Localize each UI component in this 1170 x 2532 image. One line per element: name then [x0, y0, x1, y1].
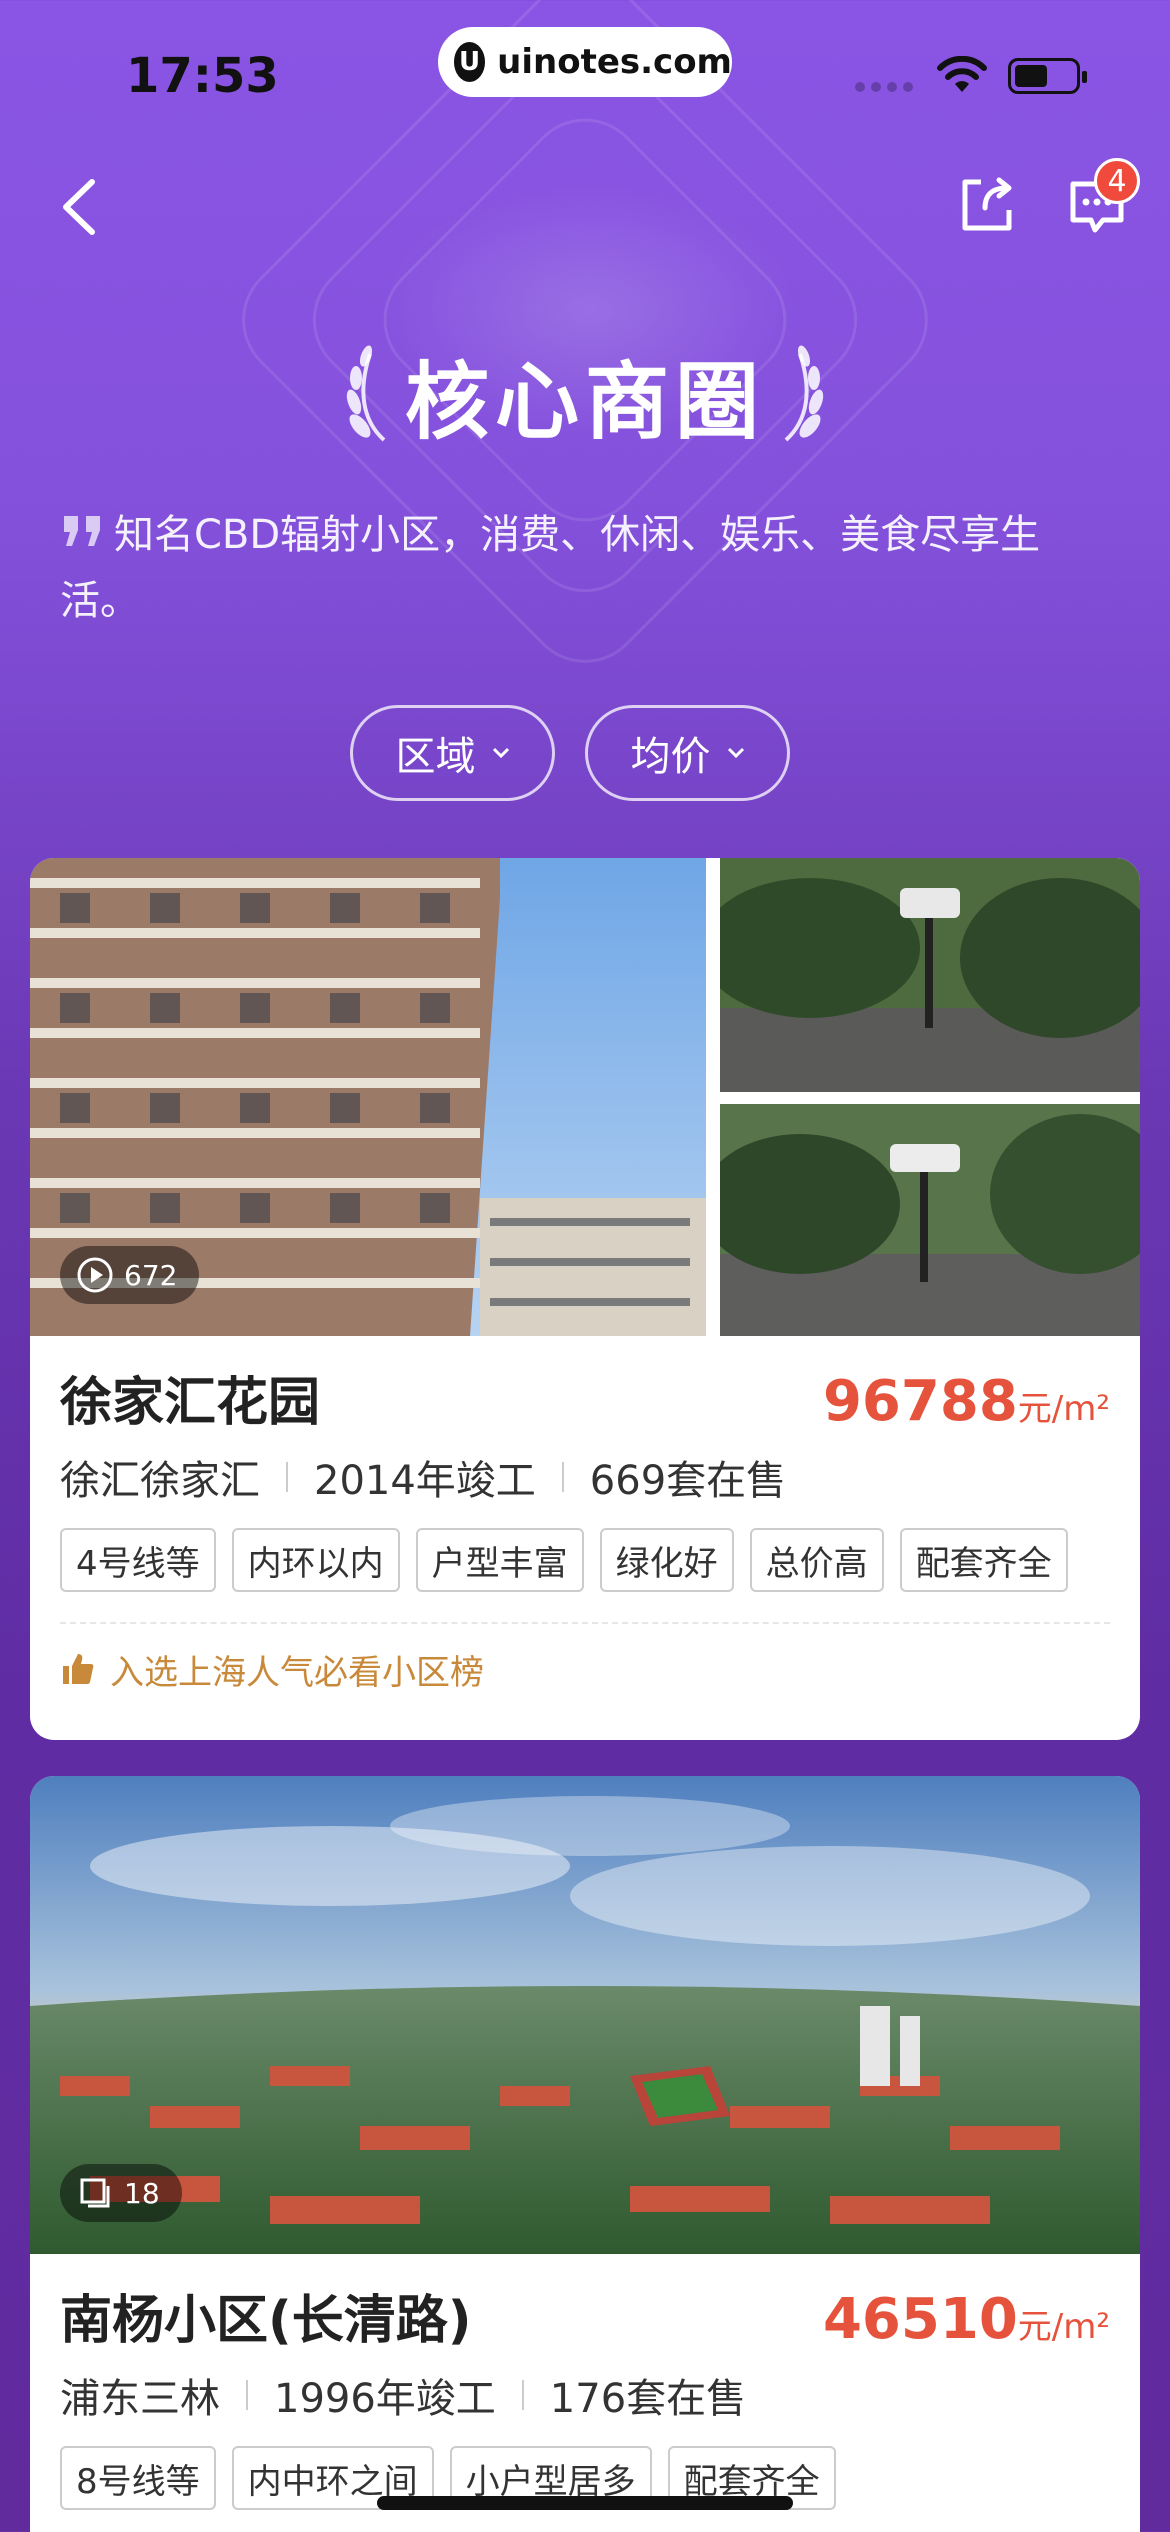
divider [521, 2380, 524, 2410]
honor-text: 入选上海人气必看小区榜 [110, 1652, 484, 1693]
photo-count-badge[interactable]: 18 [60, 2164, 182, 2222]
divider [561, 1462, 564, 1492]
photo-count: 18 [124, 2176, 160, 2210]
status-bar: 17:53 U uinotes.com [0, 0, 1170, 140]
chevron-down-icon [727, 747, 744, 759]
listing-card[interactable]: 672 徐家汇花园 96788元/m² 徐汇徐家汇 2014年竣工 669套在售… [30, 858, 1140, 1740]
listing-tag: 户型丰富 [415, 1528, 584, 1592]
thumbs-up-icon [63, 1654, 94, 1684]
gallery-icon [80, 2178, 110, 2208]
wifi-icon [937, 56, 987, 92]
filter-region-button[interactable]: 区域 [350, 705, 555, 801]
divider [286, 1462, 288, 1492]
home-indicator[interactable] [377, 2496, 793, 2510]
price-unit: 元/m² [1017, 1389, 1110, 1429]
listing-on-sale: 669套在售 [589, 1458, 787, 1504]
filter-label: 区域 [395, 734, 476, 780]
status-time: 17:53 [126, 48, 279, 104]
laurel-icon [346, 345, 386, 442]
divider [246, 2380, 248, 2410]
back-icon[interactable] [52, 172, 108, 242]
price-unit: 元/m² [1017, 2307, 1110, 2347]
video-count: 672 [124, 1258, 178, 1292]
battery-icon [1008, 58, 1087, 94]
share-icon[interactable] [955, 172, 1019, 236]
url-text: uinotes.com [497, 42, 732, 82]
garden-photo [720, 858, 1140, 1092]
listing-tag: 4号线等 [60, 1528, 216, 1592]
listing-name: 徐家汇花园 [60, 1373, 321, 1433]
listing-meta: 徐汇徐家汇 2014年竣工 669套在售 [60, 1442, 1110, 1512]
garden-photo [720, 1104, 1140, 1336]
listing-district: 浦东三林 [60, 2376, 220, 2422]
listing-tags: 4号线等 内环以内 户型丰富 绿化好 总价高 配套齐全 [60, 1528, 1110, 1592]
listing-price: 96788元/m² [823, 1369, 1110, 1434]
message-count-badge: 4 [1094, 158, 1140, 204]
listing-on-sale: 176套在售 [549, 2376, 747, 2422]
listing-photos[interactable]: 18 [30, 1776, 1140, 2254]
price-value: 46510 [822, 2287, 1018, 2352]
listing-district: 徐汇徐家汇 [60, 1458, 260, 1504]
page-title: 核心商圈 [404, 352, 765, 451]
laurel-icon [784, 345, 824, 442]
play-icon [77, 1257, 113, 1293]
url-pill[interactable]: U uinotes.com [438, 27, 732, 97]
listing-tag: 8号线等 [60, 2446, 216, 2510]
title-block: 核心商圈 [340, 340, 830, 451]
listing-price: 46510元/m² [823, 2287, 1110, 2352]
listing-built-year: 2014年竣工 [314, 1458, 536, 1504]
listing-tag: 内环以内 [231, 1528, 400, 1592]
listing-tag: 绿化好 [599, 1528, 734, 1592]
video-count-badge[interactable]: 672 [60, 1246, 200, 1304]
chevron-down-icon [492, 747, 509, 759]
page-subtitle: 知名CBD辐射小区，消费、休闲、娱乐、美食尽享生活。 [60, 502, 1120, 634]
cellular-signal-icon [855, 82, 913, 92]
listing-photos[interactable]: 672 [30, 858, 1140, 1336]
quote-icon [64, 516, 100, 546]
subtitle-text: 知名CBD辐射小区，消费、休闲、娱乐、美食尽享生活。 [60, 512, 1041, 624]
listing-meta: 浦东三林 1996年竣工 176套在售 [60, 2360, 1110, 2430]
listing-tag: 配套齐全 [899, 1528, 1068, 1592]
listing-card[interactable]: 18 南杨小区(长清路) 46510元/m² 浦东三林 1996年竣工 176套… [30, 1776, 1140, 2532]
listing-name: 南杨小区(长清路) [60, 2291, 472, 2351]
aerial-panorama-photo [30, 1776, 1140, 2254]
filter-price-button[interactable]: 均价 [585, 705, 790, 801]
listing-tag: 总价高 [749, 1528, 884, 1592]
filter-label: 均价 [630, 734, 711, 780]
ranking-honor[interactable]: 入选上海人气必看小区榜 [60, 1624, 1110, 1714]
listing-built-year: 1996年竣工 [274, 2376, 496, 2422]
site-logo-icon: U [454, 42, 486, 82]
price-value: 96788 [822, 1369, 1018, 1434]
filter-bar: 区域 均价 [350, 705, 790, 801]
